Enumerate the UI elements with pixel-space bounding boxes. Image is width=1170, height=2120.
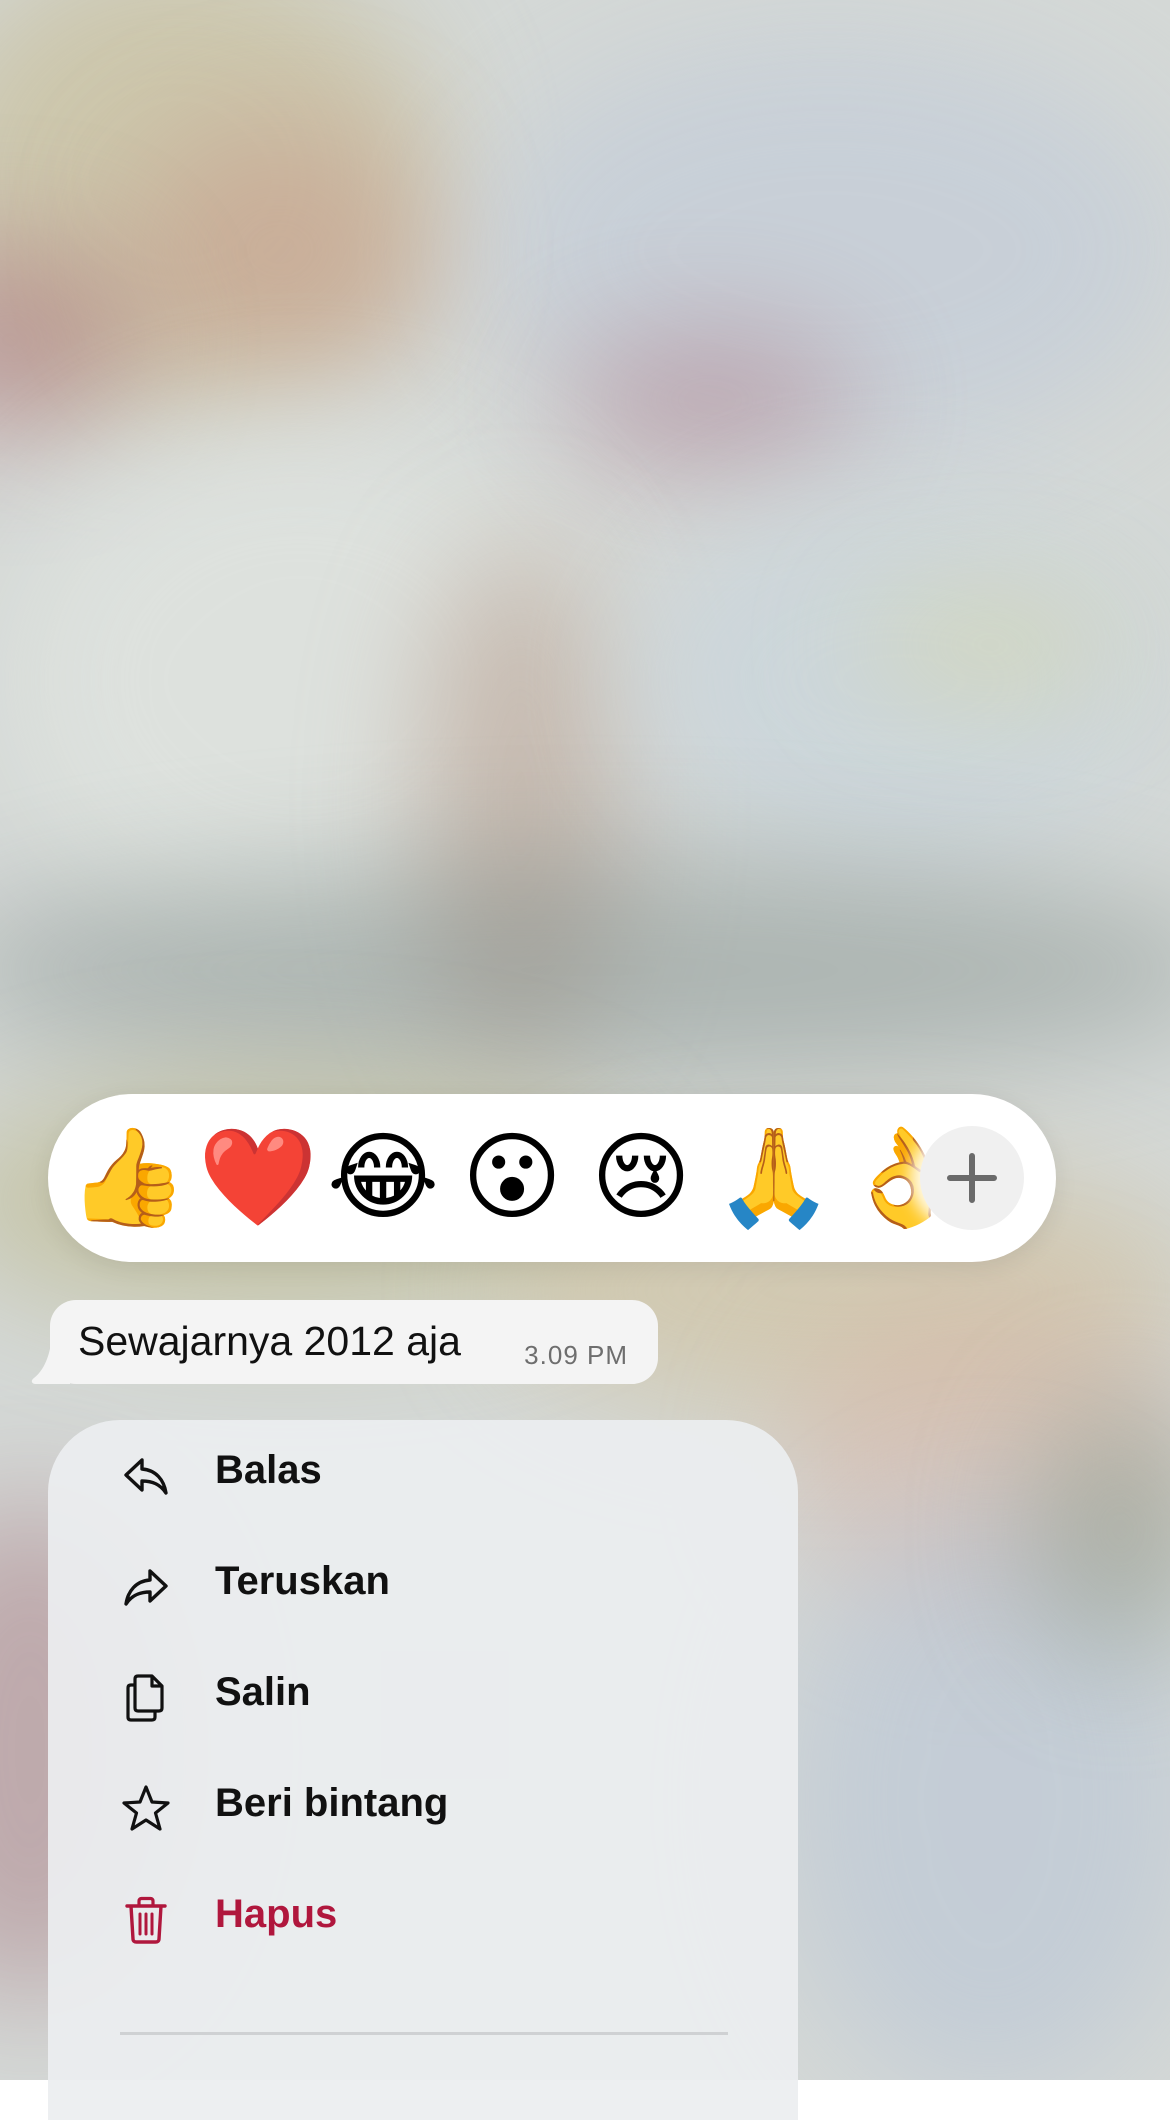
menu-item-star[interactable]: Beri bintang [48, 1753, 798, 1864]
forward-icon [124, 1569, 168, 1606]
copy-icon [126, 1674, 164, 1722]
menu-item-label: Salin [215, 1670, 311, 1714]
reaction-laughing[interactable]: 😂 [327, 1122, 439, 1234]
menu-item-label: Teruskan [215, 1559, 390, 1603]
trash-icon [125, 1896, 167, 1944]
menu-item-label: Balas [215, 1448, 322, 1492]
menu-item-forward[interactable]: Teruskan [48, 1531, 798, 1642]
plus-icon [947, 1153, 997, 1203]
menu-divider [120, 2032, 728, 2035]
reaction-surprised[interactable]: 😮 [456, 1122, 568, 1234]
reply-icon [124, 1458, 168, 1495]
reaction-heart[interactable]: ❤️ [198, 1122, 318, 1234]
star-icon [122, 1785, 170, 1831]
message-timestamp: 3.09 PM [524, 1340, 628, 1370]
reaction-thumbs-up[interactable]: 👍 [68, 1122, 188, 1234]
message-text: Sewajarnya 2012 aja [78, 1318, 461, 1364]
menu-item-copy[interactable]: Salin [48, 1642, 798, 1753]
message-context-menu: Balas Teruskan Salin Beri bintang Hapus [48, 1420, 798, 2120]
message-bubble[interactable]: Sewajarnya 2012 aja 3.09 PM [50, 1300, 658, 1384]
menu-item-delete[interactable]: Hapus [48, 1864, 798, 1975]
reaction-bar: 👍 ❤️ 😂 😮 😢 🙏 👌 [48, 1094, 1056, 1262]
menu-item-label: Beri bintang [215, 1781, 449, 1825]
reaction-sad[interactable]: 😢 [585, 1122, 697, 1234]
reaction-pray[interactable]: 🙏 [714, 1122, 834, 1234]
more-reactions-button[interactable] [920, 1126, 1024, 1230]
menu-item-reply[interactable]: Balas [48, 1420, 798, 1531]
menu-item-label: Hapus [215, 1892, 338, 1936]
